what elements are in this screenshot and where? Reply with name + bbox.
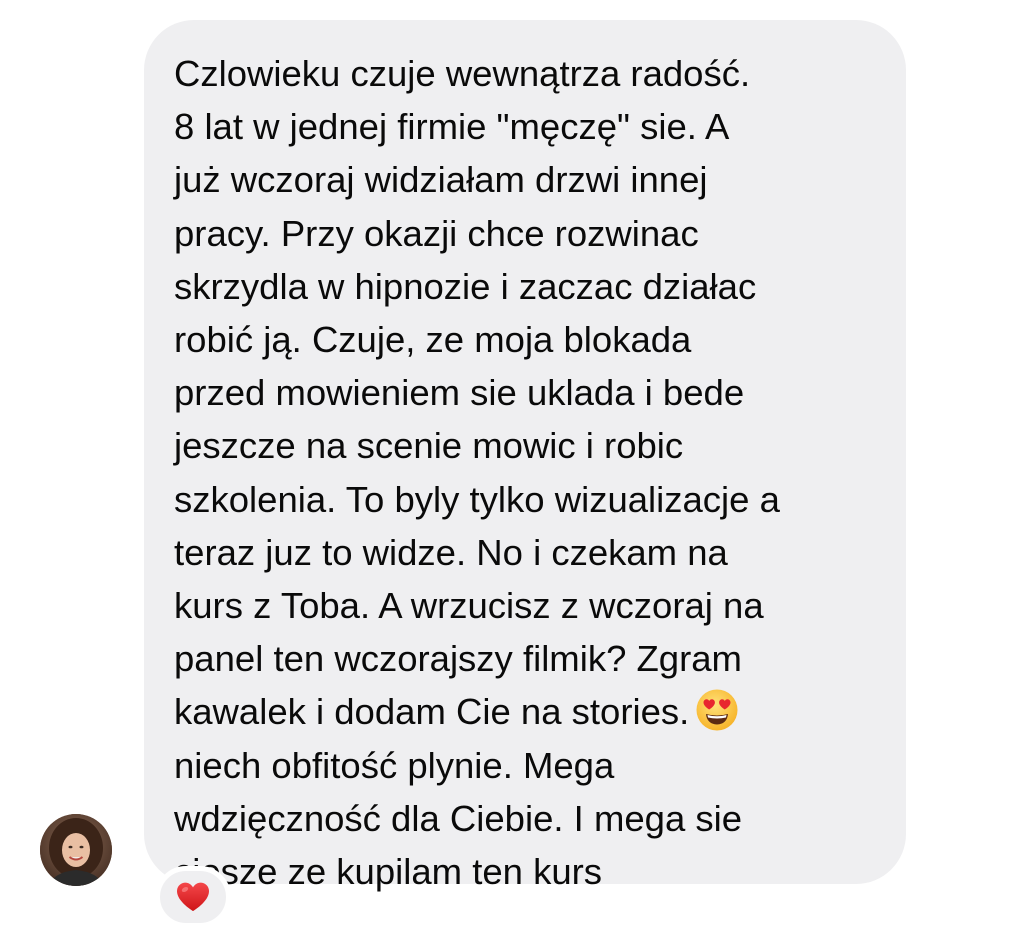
message-line: Czlowieku czuje wewnątrza radość. xyxy=(174,53,751,94)
message-text: Czlowieku czuje wewnątrza radość. 8 lat … xyxy=(174,47,894,898)
message-line: kawalek i dodam Cie na stories. xyxy=(174,691,690,733)
message-line: niech obfitość plynie. Mega xyxy=(174,744,615,786)
sender-avatar[interactable] xyxy=(40,814,112,886)
message-bubble[interactable]: Czlowieku czuje wewnątrza radość. 8 lat … xyxy=(144,20,906,892)
message-line-with-emoji: kawalek i dodam Cie na stories. xyxy=(174,685,894,738)
message-thread: Czlowieku czuje wewnątrza radość. 8 lat … xyxy=(0,0,1024,937)
heart-eyes-emoji-icon xyxy=(695,688,739,732)
message-line: panel ten wczorajszy filmik? Zgram xyxy=(174,638,742,680)
message-line: pracy. Przy okazji chce rozwinac xyxy=(174,212,699,254)
red-heart-icon xyxy=(177,882,209,911)
message-line: kurs z Toba. A wrzucisz z wczoraj na xyxy=(174,585,764,627)
message-line: przed mowieniem sie uklada i bede xyxy=(174,372,745,414)
avatar-photo xyxy=(40,814,112,886)
message-line: wdzięczność dla Ciebie. I mega sie xyxy=(174,797,743,839)
message-line: jeszcze na scenie mowic i robic xyxy=(174,425,684,467)
message-line: teraz juz to widze. No i czekam na xyxy=(174,531,728,573)
message-line: już wczoraj widziałam drzwi innej xyxy=(174,159,708,201)
message-line: 8 lat w jednej firmie "męczę" sie. A xyxy=(174,106,730,148)
reaction-badge[interactable] xyxy=(155,866,231,928)
message-line: ciesze ze kupilam ten kurs xyxy=(174,851,603,893)
message-line: szkolenia. To byly tylko wizualizacje a xyxy=(174,478,780,520)
message-line: robić ją. Czuje, ze moja blokada xyxy=(174,319,692,361)
message-line: skrzydla w hipnozie i zaczac działac xyxy=(174,265,757,307)
